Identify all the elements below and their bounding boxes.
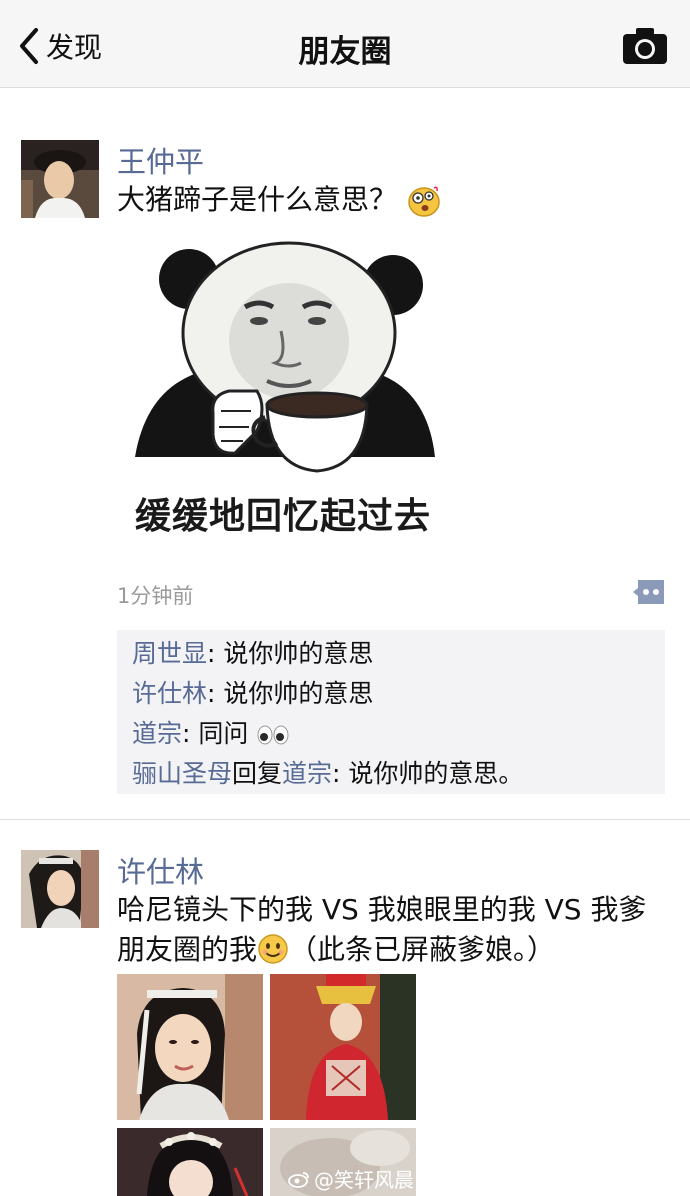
post-author-name[interactable]: 许仕林 [117, 849, 204, 891]
post-text: 哈尼镜头下的我 VS 我娘眼里的我 VS 我爹 朋友圈的我 （此条已屏蔽爹娘。） [117, 890, 650, 970]
watermark-text: @笑轩风晨 [314, 1168, 414, 1192]
post-text-line: 朋友圈的我 （此条已屏蔽爹娘。） [117, 930, 650, 970]
post-text-segment: 朋友圈的我 [117, 933, 258, 966]
avatar[interactable] [21, 850, 99, 928]
smile-emoji-icon [258, 934, 288, 964]
photo-thumbnail[interactable] [117, 1128, 263, 1196]
post-text-segment: （此条已屏蔽爹娘。） [289, 933, 556, 966]
weibo-icon [288, 1171, 309, 1188]
weibo-watermark: @笑轩风晨 [288, 1164, 414, 1193]
moments-post: 许仕林 哈尼镜头下的我 VS 我娘眼里的我 VS 我爹 朋友圈的我 （此条已屏蔽… [0, 0, 690, 1196]
photo-thumbnail[interactable] [270, 974, 416, 1120]
photo-thumbnail[interactable] [117, 974, 263, 1120]
post-text-line: 哈尼镜头下的我 VS 我娘眼里的我 VS 我爹 [117, 893, 647, 926]
